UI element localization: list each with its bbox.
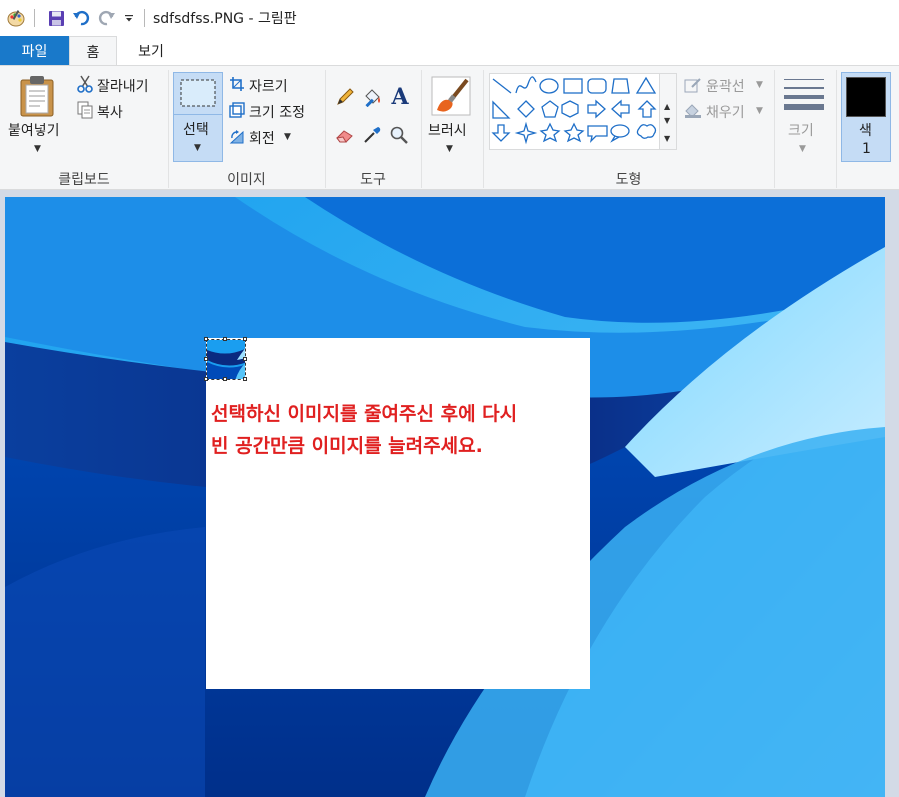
- shapes-group-label: 도형: [615, 172, 642, 188]
- selection-handle[interactable]: [223, 337, 227, 341]
- empty-white-area: [206, 338, 590, 689]
- selection-handle[interactable]: [223, 377, 227, 381]
- tab-home[interactable]: 홈: [69, 36, 117, 66]
- image-group-label: 이미지: [227, 172, 266, 188]
- shapes-gallery: [489, 73, 677, 150]
- paste-button[interactable]: 붙여넣기: [8, 120, 60, 140]
- title-bar: sdfsdfss.PNG - 그림판: [0, 0, 899, 36]
- crop-button[interactable]: 자르기: [249, 76, 288, 96]
- size-button[interactable]: 크기: [788, 120, 814, 140]
- tools-group-label: 도구: [360, 172, 386, 188]
- selection-handle[interactable]: [204, 337, 208, 341]
- select-dropdown-caret[interactable]: ▼: [194, 143, 201, 153]
- brush-icon[interactable]: [430, 75, 472, 117]
- pencil-icon[interactable]: [334, 86, 356, 108]
- eraser-icon[interactable]: [334, 124, 356, 146]
- resize-button[interactable]: 크기 조정: [249, 102, 305, 122]
- selection-handle[interactable]: [243, 377, 247, 381]
- selected-image-thumbnail[interactable]: [206, 339, 246, 380]
- rotate-dropdown-caret[interactable]: ▼: [284, 132, 291, 142]
- outline-button[interactable]: 윤곽선: [706, 76, 745, 96]
- color-picker-icon[interactable]: [361, 124, 383, 146]
- color1-label: 색: [859, 123, 872, 139]
- cut-icon[interactable]: [76, 75, 94, 93]
- brushes-button[interactable]: 브러시: [428, 120, 467, 140]
- window-title: sdfsdfss.PNG - 그림판: [153, 11, 297, 27]
- clipboard-group-label: 클립보드: [58, 172, 110, 188]
- selection-handle[interactable]: [204, 357, 208, 361]
- paste-dropdown-caret[interactable]: ▼: [34, 144, 41, 154]
- redo-icon[interactable]: [96, 7, 118, 29]
- ribbon-tabs: 파일 홈 보기: [0, 36, 899, 66]
- copy-icon[interactable]: [76, 101, 94, 119]
- fill-button[interactable]: 채우기: [706, 102, 745, 122]
- save-icon[interactable]: [45, 7, 67, 29]
- instruction-line-1: 선택하신 이미지를 줄여주신 후에 다시: [211, 403, 518, 425]
- size-dropdown-caret[interactable]: ▼: [799, 144, 806, 154]
- instruction-line-2: 빈 공간만큼 이미지를 늘려주세요.: [211, 435, 483, 457]
- color1-swatch: [846, 77, 886, 117]
- undo-icon[interactable]: [70, 7, 92, 29]
- outline-icon[interactable]: [683, 76, 703, 94]
- ribbon: 붙여넣기 ▼ 잘라내기 복사 클립보드 선택 ▼ 자르기 크기 조정 회전 ▼ …: [0, 65, 899, 190]
- select-rectangle-icon: [178, 77, 218, 109]
- color1-number: 1: [862, 141, 871, 157]
- fill-dropdown-caret[interactable]: ▼: [756, 106, 763, 116]
- select-label: 선택: [183, 122, 209, 138]
- cut-button[interactable]: 잘라내기: [97, 76, 149, 96]
- tab-file[interactable]: 파일: [0, 36, 69, 65]
- outline-dropdown-caret[interactable]: ▼: [756, 80, 763, 90]
- canvas-workspace: 선택하신 이미지를 줄여주신 후에 다시 빈 공간만큼 이미지를 늘려주세요.: [0, 190, 899, 797]
- drawing-canvas[interactable]: 선택하신 이미지를 줄여주신 후에 다시 빈 공간만큼 이미지를 늘려주세요.: [5, 197, 885, 797]
- brushes-dropdown-caret[interactable]: ▼: [446, 144, 453, 154]
- rotate-button[interactable]: 회전: [249, 128, 275, 148]
- selection-handle[interactable]: [243, 357, 247, 361]
- size-lines-icon[interactable]: [783, 76, 825, 112]
- instruction-text: 선택하신 이미지를 줄여주신 후에 다시 빈 공간만큼 이미지를 늘려주세요.: [211, 398, 591, 462]
- shapes-scrollbar[interactable]: ▲ ▼ ▼: [659, 73, 677, 150]
- text-icon[interactable]: A: [388, 84, 412, 110]
- quick-access-customize-icon[interactable]: [122, 7, 136, 29]
- selection-handle[interactable]: [243, 337, 247, 341]
- fill-bucket-icon[interactable]: [361, 86, 383, 108]
- crop-icon[interactable]: [228, 75, 246, 93]
- fill-icon[interactable]: [683, 102, 703, 120]
- resize-icon[interactable]: [228, 101, 246, 119]
- magnifier-icon[interactable]: [388, 124, 410, 146]
- shapes-gallery-expand-icon: ▼: [664, 134, 671, 143]
- paste-icon[interactable]: [17, 74, 57, 118]
- tab-view[interactable]: 보기: [120, 36, 182, 65]
- rotate-icon[interactable]: [228, 127, 246, 145]
- copy-button[interactable]: 복사: [97, 102, 123, 122]
- selection-handle[interactable]: [204, 377, 208, 381]
- paint-app-icon[interactable]: [4, 7, 28, 29]
